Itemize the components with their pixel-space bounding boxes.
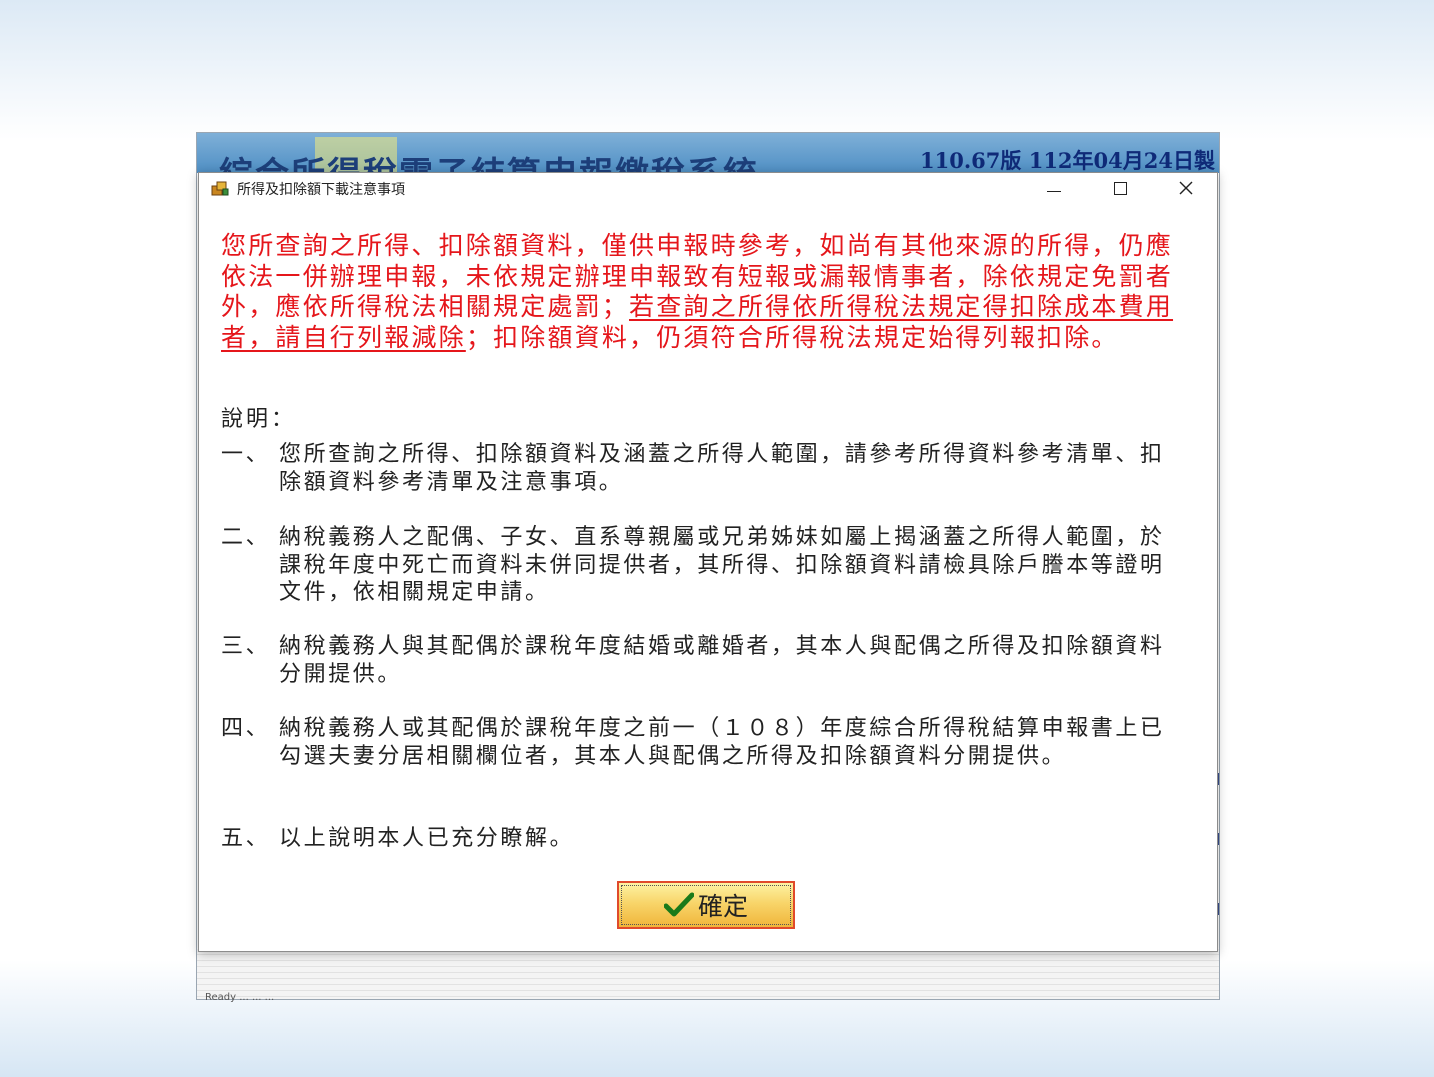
item-text: 您所查詢之所得、扣除額資料及涵蓋之所得人範圍，請參考所得資料參考清單、扣除額資料…	[279, 442, 1165, 495]
app-banner: 綜合所得稅電子結算申報繳稅系統 110.67版 112年04月24日製	[197, 133, 1219, 173]
maximize-icon	[1113, 181, 1127, 195]
warning-notice: 您所查詢之所得、扣除額資料，僅供申報時參考，如尚有其他來源的所得，仍應依法一併辦…	[221, 231, 1181, 353]
item-text: 納稅義務人或其配偶於課稅年度之前一（１０８）年度綜合所得稅結算申報書上已勾選夫妻…	[279, 716, 1165, 769]
item-text: 以上說明本人已充分瞭解。	[279, 826, 575, 851]
description-item: 三、 納稅義務人與其配偶於課稅年度結婚或離婚者，其本人與配偶之所得及扣除額資料分開…	[221, 633, 1181, 688]
item-number: 三、	[221, 634, 271, 659]
confirm-button-label: 確定	[697, 892, 748, 921]
app-footer: Ready ... ... ...	[197, 949, 1219, 1003]
item-number: 四、	[221, 716, 271, 741]
confirm-button[interactable]: 確定	[617, 881, 795, 929]
app-banner-title: 綜合所得稅電子結算申報繳稅系統	[219, 147, 759, 173]
app-footer-text: Ready ... ... ...	[205, 992, 275, 1003]
item-text: 納稅義務人與其配偶於課稅年度結婚或離婚者，其本人與配偶之所得及扣除額資料分開提供…	[279, 634, 1165, 687]
item-text: 納稅義務人之配偶、子女、直系尊親屬或兄弟姊妹如屬上揭涵蓋之所得人範圍，於課稅年度…	[279, 525, 1165, 605]
dialog-titlebar[interactable]: 所得及扣除額下載注意事項	[199, 173, 1217, 203]
minimize-button[interactable]	[1031, 173, 1077, 203]
item-number: 五、	[221, 826, 271, 851]
app-version-label: 110.67版 112年04月24日製	[920, 148, 1215, 173]
description-item: 二、 納稅義務人之配偶、子女、直系尊親屬或兄弟姊妹如屬上揭涵蓋之所得人範圍，於課稅…	[221, 524, 1181, 607]
description-item: 四、 納稅義務人或其配偶於課稅年度之前一（１０８）年度綜合所得稅結算申報書上已勾選…	[221, 715, 1181, 770]
item-number: 一、	[221, 442, 271, 467]
item-number: 二、	[221, 525, 271, 550]
description-item: 五、 以上說明本人已充分瞭解。	[221, 825, 1181, 853]
notice-text-part2: ；扣除額資料，仍須符合所得稅法規定始得列報扣除。	[465, 322, 1119, 352]
app-icon	[211, 181, 229, 196]
minimize-icon	[1047, 190, 1061, 192]
download-notice-dialog: 所得及扣除額下載注意事項 您所查詢之所得、扣除額資料，僅供申報時參考，如尚有其他…	[198, 172, 1218, 952]
description-item: 一、 您所查詢之所得、扣除額資料及涵蓋之所得人範圍，請參考所得資料參考清單、扣除額…	[221, 441, 1181, 496]
maximize-button[interactable]	[1097, 173, 1143, 203]
checkmark-icon	[663, 892, 694, 917]
close-button[interactable]	[1163, 173, 1209, 203]
description-heading: 說明：	[221, 407, 297, 432]
dialog-title: 所得及扣除額下載注意事項	[237, 182, 405, 198]
close-icon	[1179, 181, 1193, 195]
